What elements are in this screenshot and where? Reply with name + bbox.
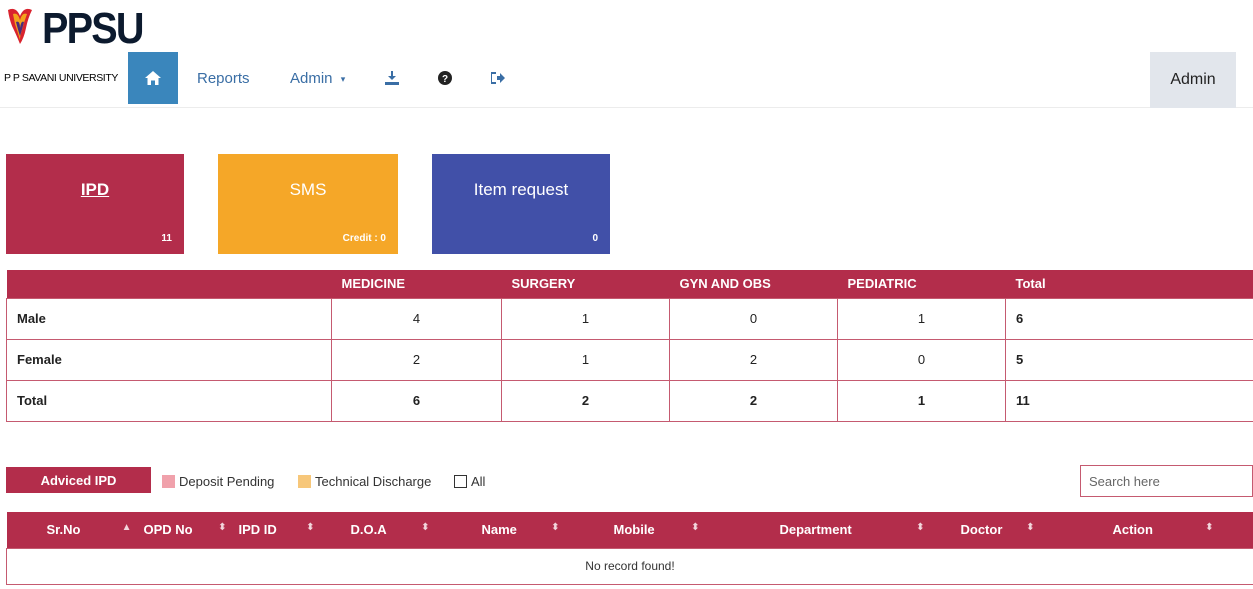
column-label: Sr.No — [46, 522, 81, 538]
nav-admin-label: Admin — [290, 70, 333, 87]
table-cell: 1 — [501, 297, 670, 340]
legend-technical-discharge: Technical Discharge — [298, 474, 431, 489]
legend-label: Technical Discharge — [315, 474, 432, 489]
table-cell: 2 — [669, 379, 838, 422]
department-summary-table: MEDICINE SURGERY GYN AND OBS PEDIATRIC T… — [6, 270, 1253, 422]
column-label: Name — [481, 522, 517, 538]
column-header-gyn-obs: GYN AND OBS — [669, 270, 838, 298]
column-header-mobile[interactable]: Mobile ⬍ — [565, 512, 706, 548]
column-label: D.O.A — [350, 522, 387, 538]
row-label: Total — [6, 379, 332, 422]
column-header-pediatric: PEDIATRIC — [837, 270, 1006, 298]
table-cell: 0 — [837, 338, 1006, 381]
caret-down-icon: ▾ — [340, 73, 346, 84]
table-cell: 2 — [501, 379, 670, 422]
logout-icon[interactable] — [488, 68, 508, 88]
column-header-medicine: MEDICINE — [331, 270, 502, 298]
sort-icon: ⬍ — [691, 522, 700, 534]
deposit-pending-swatch — [162, 475, 175, 488]
empty-row: No record found! — [6, 547, 1253, 585]
table-header-row: MEDICINE SURGERY GYN AND OBS PEDIATRIC T… — [6, 270, 1253, 298]
home-icon — [145, 71, 161, 85]
column-header-doa[interactable]: D.O.A ⬍ — [320, 512, 436, 548]
column-label: Mobile — [613, 522, 655, 538]
column-label: Doctor — [960, 522, 1003, 538]
sms-tile-title: SMS — [289, 180, 327, 199]
table-cell: 6 — [331, 379, 502, 422]
sort-asc-icon: ▲ — [121, 522, 132, 534]
column-label: Action — [1112, 522, 1153, 538]
column-label: OPD No — [143, 522, 193, 538]
sms-credit-count: Credit : 0 — [342, 233, 386, 244]
column-header-action[interactable]: Action ⬍ — [1040, 512, 1253, 548]
home-button[interactable] — [128, 52, 178, 104]
table-row: Male 4 1 0 1 6 — [6, 297, 1253, 340]
table-row: Female 2 1 2 0 5 — [6, 338, 1253, 381]
column-label: Department — [779, 522, 852, 538]
sort-icon: ⬍ — [1205, 522, 1214, 534]
nav-reports-link[interactable]: Reports — [197, 70, 250, 87]
all-checkbox[interactable] — [454, 475, 467, 488]
ipd-records-table: Sr.No ▲ OPD No ⬍ IPD ID ⬍ D.O.A ⬍ Name ⬍ Mobi… — [6, 512, 1253, 585]
university-logo[interactable]: PPSU P P SAVANI UNIVERSITY — [4, 4, 144, 100]
row-total-cell: 6 — [1005, 297, 1253, 340]
column-header-department[interactable]: Department ⬍ — [705, 512, 931, 548]
grand-total-cell: 11 — [1005, 379, 1253, 422]
sort-icon: ⬍ — [421, 522, 430, 534]
all-checkbox-filter[interactable]: All — [454, 474, 485, 489]
row-label: Female — [6, 338, 332, 381]
column-header-surgery: SURGERY — [501, 270, 670, 298]
column-header-sr-no[interactable]: Sr.No ▲ — [6, 512, 138, 548]
ipd-tile-title[interactable]: IPD — [6, 180, 184, 200]
logo-subtitle: P P SAVANI UNIVERSITY — [4, 72, 118, 84]
svg-text:?: ? — [442, 74, 448, 85]
column-header-name[interactable]: Name ⬍ — [435, 512, 566, 548]
item-request-tile-title: Item request — [473, 180, 569, 199]
table-cell: 1 — [837, 297, 1006, 340]
sort-icon: ⬍ — [218, 522, 227, 534]
top-navbar: PPSU P P SAVANI UNIVERSITY Reports Admin… — [0, 0, 1253, 108]
legend-label: Deposit Pending — [179, 474, 275, 489]
table-cell: 4 — [331, 297, 502, 340]
column-header — [6, 270, 332, 298]
column-header-opd-no[interactable]: OPD No ⬍ — [137, 512, 233, 548]
row-label: Male — [6, 297, 332, 340]
sms-tile[interactable]: SMS Credit : 0 — [218, 154, 398, 254]
no-record-message: No record found! — [6, 547, 1253, 585]
table-cell: 1 — [501, 338, 670, 381]
column-header-ipd-id[interactable]: IPD ID ⬍ — [232, 512, 321, 548]
search-input[interactable] — [1080, 465, 1253, 497]
table-cell: 2 — [331, 338, 502, 381]
column-label: IPD ID — [238, 522, 277, 538]
sort-icon: ⬍ — [551, 522, 560, 534]
item-request-count: 0 — [592, 233, 598, 244]
nav-admin-dropdown[interactable]: Admin ▾ — [290, 70, 345, 87]
adviced-ipd-button[interactable]: Adviced IPD — [6, 467, 151, 493]
table-cell: 1 — [837, 379, 1006, 422]
column-header-total: Total — [1005, 270, 1253, 298]
ipd-tile[interactable]: IPD 11 — [6, 154, 184, 254]
legend-deposit-pending: Deposit Pending — [162, 474, 274, 489]
logo-wordmark: PPSU — [42, 4, 144, 53]
ipd-tile-count: 11 — [161, 233, 172, 244]
sort-icon: ⬍ — [916, 522, 925, 534]
help-icon[interactable]: ? — [435, 68, 455, 88]
table-row-total: Total 6 2 2 1 11 — [6, 379, 1253, 422]
sort-icon: ⬍ — [1026, 522, 1035, 534]
table-cell: 0 — [669, 297, 838, 340]
technical-discharge-swatch — [298, 475, 311, 488]
row-total-cell: 5 — [1005, 338, 1253, 381]
download-icon[interactable] — [382, 68, 402, 88]
sort-icon: ⬍ — [306, 522, 315, 534]
item-request-tile[interactable]: Item request 0 — [432, 154, 610, 254]
column-header-doctor[interactable]: Doctor ⬍ — [930, 512, 1041, 548]
all-checkbox-label: All — [471, 474, 486, 489]
table-cell: 2 — [669, 338, 838, 381]
table-header-row: Sr.No ▲ OPD No ⬍ IPD ID ⬍ D.O.A ⬍ Name ⬍ Mobi… — [6, 512, 1253, 548]
user-menu-button[interactable]: Admin — [1150, 52, 1236, 108]
